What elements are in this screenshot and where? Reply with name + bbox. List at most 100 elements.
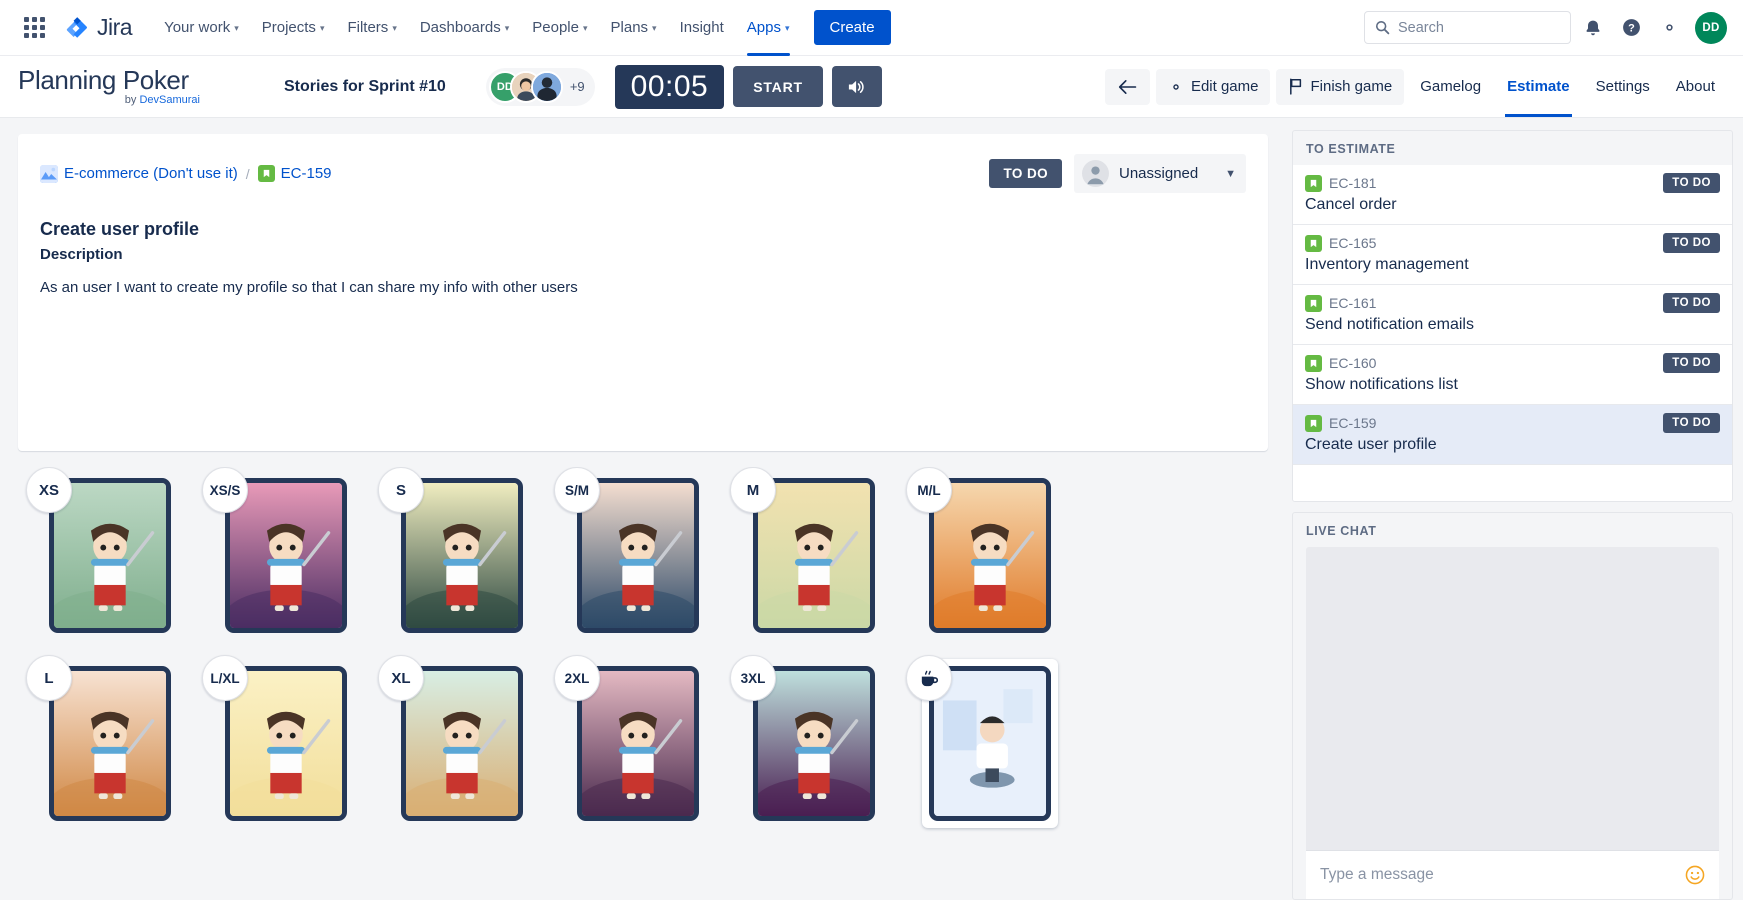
nav-label: Your work xyxy=(164,19,231,36)
row-top: EC-160 TO DO xyxy=(1305,353,1720,373)
poker-card-artwork xyxy=(230,671,342,816)
live-chat-panel: LIVE CHAT xyxy=(1292,512,1733,900)
poker-card-badge: XL xyxy=(378,655,424,701)
poker-card-label: S/M xyxy=(564,482,589,498)
edit-game-button[interactable]: Edit game xyxy=(1155,68,1271,105)
status-badge: TO DO xyxy=(1663,293,1720,313)
settings-icon[interactable] xyxy=(1653,12,1685,44)
status-badge: TO DO xyxy=(1663,353,1720,373)
to-estimate-row[interactable]: EC-165 TO DO Inventory management xyxy=(1293,225,1732,285)
poker-card-label: M xyxy=(746,481,760,499)
description-label: Description xyxy=(40,246,123,263)
poker-card-label: XS/S xyxy=(209,482,241,498)
project-avatar-icon xyxy=(40,164,58,183)
header-right-controls: Edit game Finish game Gamelog Estimate S… xyxy=(1104,68,1725,117)
poker-card[interactable]: XS/S xyxy=(202,467,353,635)
poker-card-artwork xyxy=(406,483,518,628)
jira-nav-right: ? DD xyxy=(1364,11,1727,44)
chevron-down-icon: ▾ xyxy=(392,23,397,33)
poker-card[interactable]: L xyxy=(26,655,177,823)
finish-game-button[interactable]: Finish game xyxy=(1276,68,1405,105)
create-button[interactable]: Create xyxy=(813,10,891,45)
nav-item-insight[interactable]: Insight xyxy=(670,12,734,43)
poker-card-artwork xyxy=(934,671,1046,816)
tab-gamelog[interactable]: Gamelog xyxy=(1410,70,1491,103)
gear-icon xyxy=(1168,79,1184,95)
nav-item-people[interactable]: People ▾ xyxy=(522,12,597,43)
poker-card[interactable]: 3XL xyxy=(730,655,881,823)
issue-summary: Cancel order xyxy=(1305,196,1397,213)
row-top: EC-165 TO DO xyxy=(1305,233,1720,253)
planning-poker-brand: Planning Poker by DevSamurai xyxy=(18,67,248,106)
help-icon[interactable]: ? xyxy=(1615,12,1647,44)
start-button[interactable]: START xyxy=(733,66,823,107)
tab-about[interactable]: About xyxy=(1666,70,1725,103)
player-avatar[interactable] xyxy=(530,70,563,103)
status-badge: TO DO xyxy=(1663,233,1720,253)
nav-label: Apps xyxy=(746,19,781,36)
app-switcher-icon[interactable] xyxy=(18,12,50,44)
issue-key: EC-160 xyxy=(1329,355,1377,371)
current-story-card: E-commerce (Don't use it) / EC-159 TO DO xyxy=(18,134,1268,451)
poker-card[interactable]: XS xyxy=(26,467,177,635)
assignee-select[interactable]: Unassigned ▼ xyxy=(1074,154,1246,193)
poker-card-label: M/L xyxy=(917,482,941,498)
poker-card[interactable]: S/M xyxy=(554,467,705,635)
nav-item-apps[interactable]: Apps ▾ xyxy=(737,12,800,56)
nav-item-your-work[interactable]: Your work ▾ xyxy=(154,12,249,43)
back-arrow-icon xyxy=(1118,79,1137,95)
search-box[interactable] xyxy=(1364,11,1571,44)
poker-card-badge: L/XL xyxy=(202,655,248,701)
to-estimate-row[interactable]: EC-181 TO DO Cancel order xyxy=(1293,165,1732,225)
poker-card[interactable]: 2XL xyxy=(554,655,705,823)
nav-label: Plans xyxy=(610,19,649,36)
status-badge: TO DO xyxy=(1663,173,1720,193)
poker-card[interactable]: M xyxy=(730,467,881,635)
player-overflow-count[interactable]: +9 xyxy=(570,79,589,94)
search-input[interactable] xyxy=(1398,19,1560,36)
to-estimate-list[interactable]: EC-181 TO DO Cancel order EC-165 TO DO I… xyxy=(1293,165,1732,501)
poker-card[interactable]: M/L xyxy=(906,467,1057,635)
back-button[interactable] xyxy=(1104,68,1150,105)
poker-card[interactable]: XL xyxy=(378,655,529,823)
nav-item-dashboards[interactable]: Dashboards ▾ xyxy=(410,12,519,43)
to-estimate-row[interactable]: EC-161 TO DO Send notification emails xyxy=(1293,285,1732,345)
to-estimate-row[interactable]: EC-159 TO DO Create user profile xyxy=(1293,405,1732,465)
notifications-icon[interactable] xyxy=(1577,12,1609,44)
poker-card-artwork xyxy=(582,671,694,816)
breadcrumb-issue[interactable]: EC-159 xyxy=(257,165,332,182)
poker-card-badge: M xyxy=(730,467,776,513)
poker-card[interactable] xyxy=(906,655,1058,828)
estimation-column: E-commerce (Don't use it) / EC-159 TO DO xyxy=(0,118,1288,900)
coffee-icon xyxy=(906,655,952,701)
nav-item-filters[interactable]: Filters ▾ xyxy=(337,12,406,43)
issue-summary: Show notifications list xyxy=(1305,376,1458,393)
player-avatars[interactable]: DD +9 xyxy=(485,67,595,106)
nav-item-projects[interactable]: Projects ▾ xyxy=(252,12,335,43)
sound-toggle-button[interactable] xyxy=(831,66,882,107)
jira-logo[interactable]: Jira xyxy=(64,14,133,41)
issue-key: EC-161 xyxy=(1329,295,1377,311)
breadcrumb-project[interactable]: E-commerce (Don't use it) xyxy=(40,164,238,183)
user-avatar[interactable]: DD xyxy=(1695,11,1727,44)
app-byline: by DevSamurai xyxy=(18,94,248,106)
poker-card-badge: L xyxy=(26,655,72,701)
emoji-smiley-icon[interactable] xyxy=(1685,865,1705,885)
issue-summary: Send notification emails xyxy=(1305,316,1474,333)
chat-message-input[interactable] xyxy=(1320,866,1675,884)
status-badge[interactable]: TO DO xyxy=(989,159,1062,188)
tab-estimate[interactable]: Estimate xyxy=(1497,70,1580,117)
breadcrumb-project-label: E-commerce (Don't use it) xyxy=(64,165,238,182)
poker-card[interactable]: L/XL xyxy=(202,655,353,823)
page-body: E-commerce (Don't use it) / EC-159 TO DO xyxy=(0,118,1743,900)
nav-item-plans[interactable]: Plans ▾ xyxy=(601,12,667,43)
poker-card[interactable]: S xyxy=(378,467,529,635)
breadcrumb: E-commerce (Don't use it) / EC-159 TO DO xyxy=(40,154,1246,193)
nav-label: Projects xyxy=(261,19,316,36)
avatar-placeholder-icon xyxy=(1082,160,1109,187)
row-top: EC-159 TO DO xyxy=(1305,413,1720,433)
status-badge: TO DO xyxy=(1663,413,1720,433)
to-estimate-row[interactable]: EC-160 TO DO Show notifications list xyxy=(1293,345,1732,405)
poker-card-artwork xyxy=(758,671,870,816)
tab-settings[interactable]: Settings xyxy=(1586,70,1660,103)
